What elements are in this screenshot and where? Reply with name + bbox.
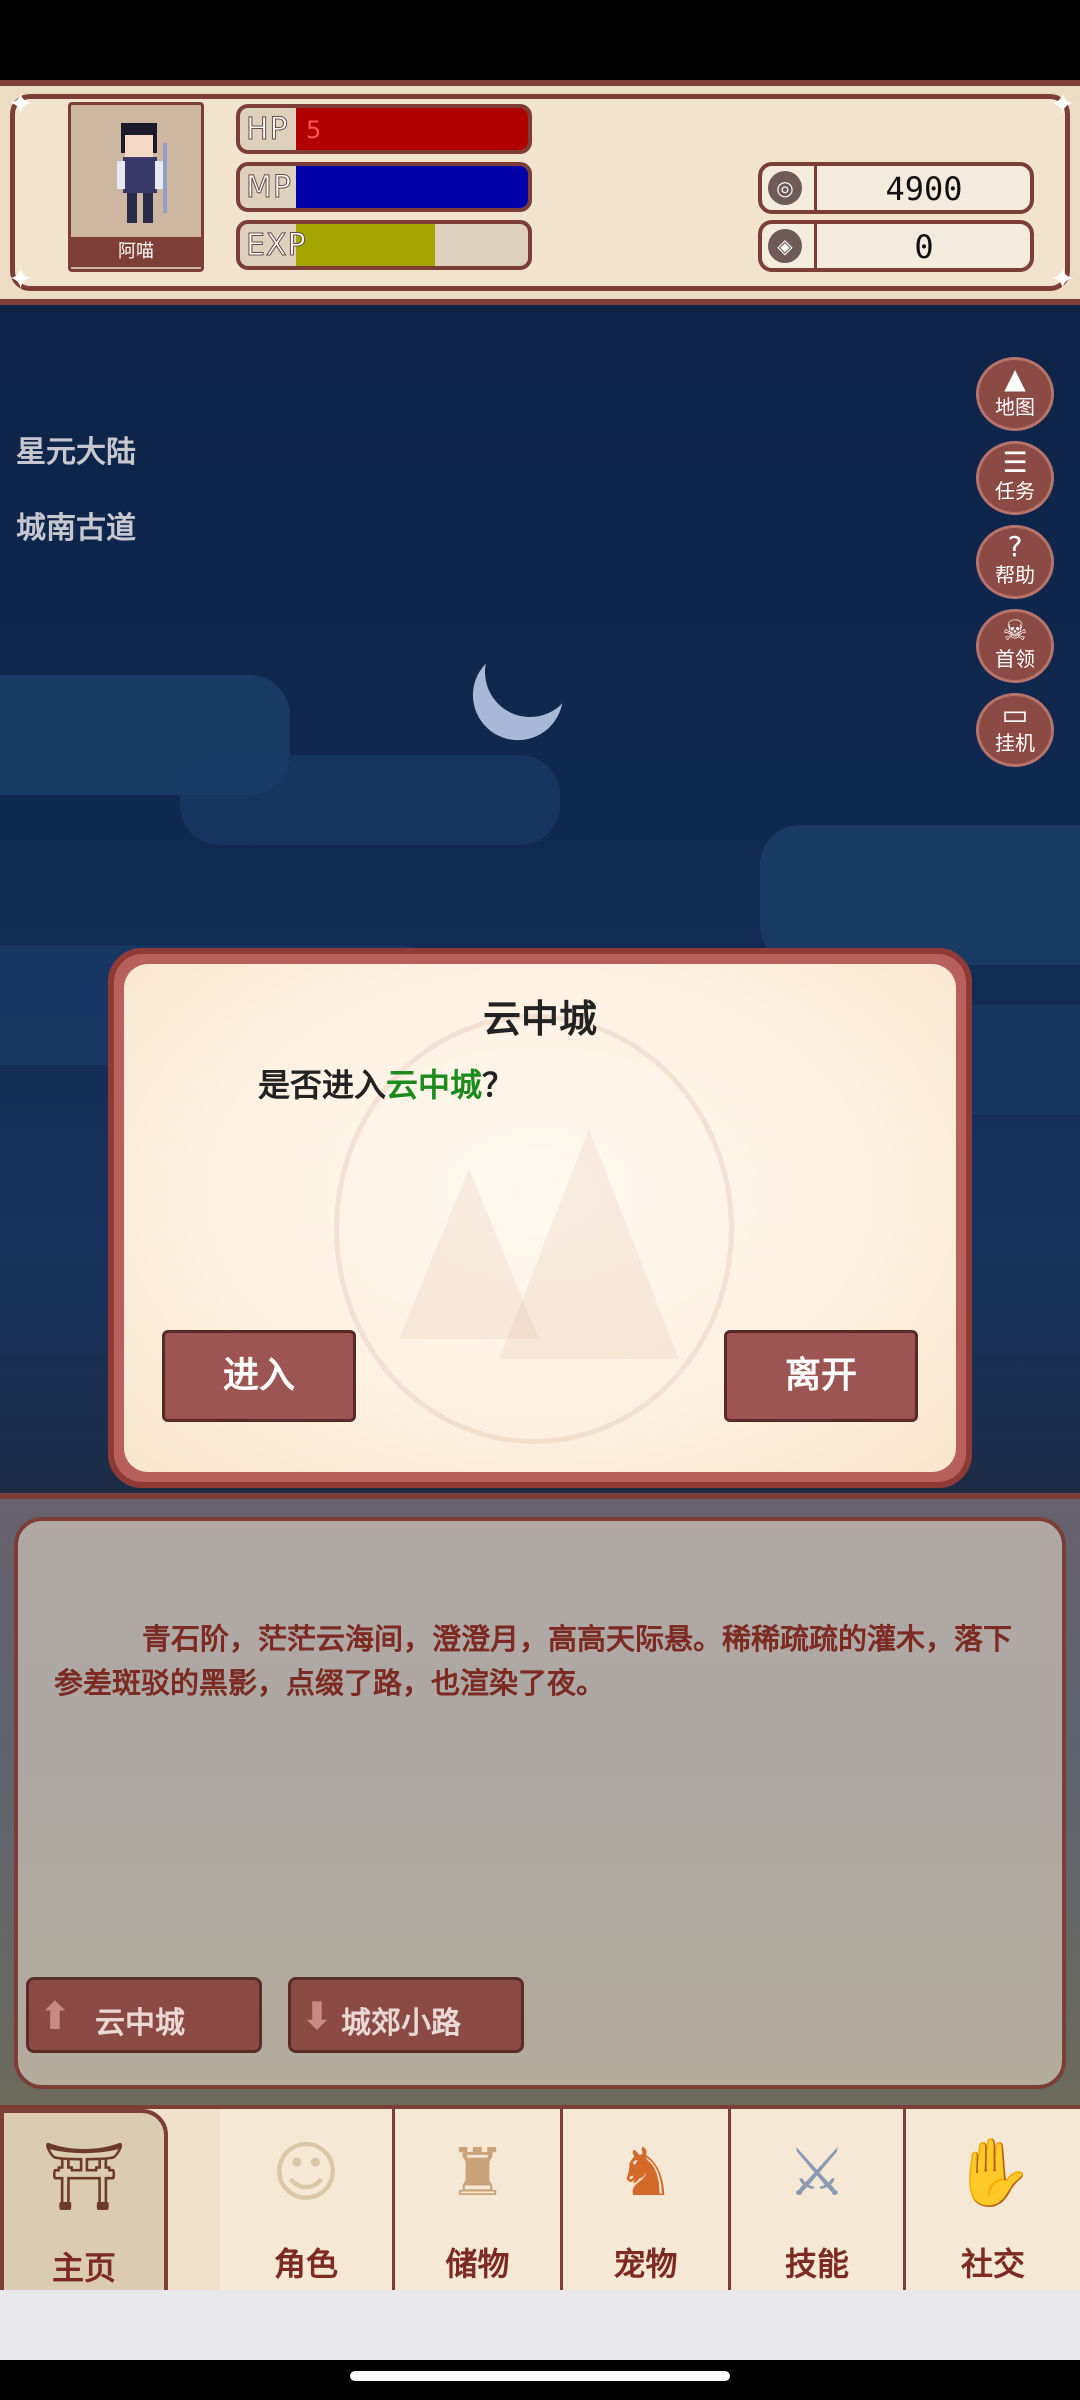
- path-down-button[interactable]: ⬇ 城郊小路: [288, 1977, 524, 2053]
- skull-icon: ☠: [1002, 614, 1028, 647]
- enter-button[interactable]: 进入: [162, 1330, 356, 1422]
- mp-label: MP: [246, 170, 292, 206]
- tab-storage-label: 储物: [445, 2245, 510, 2283]
- gate-icon: ⛩: [42, 2138, 126, 2215]
- character-sprite-icon: [117, 123, 167, 223]
- region-name: 星元大陆: [16, 435, 136, 470]
- tab-character[interactable]: ☺ 角色: [220, 2109, 395, 2294]
- tab-social[interactable]: ✋ 社交: [906, 2109, 1080, 2294]
- avatar[interactable]: 阿喵: [68, 102, 204, 272]
- help-button[interactable]: ? 帮助: [976, 525, 1054, 599]
- player-name: 阿喵: [71, 237, 201, 267]
- handshake-icon: ✋: [951, 2134, 1035, 2211]
- monitor-icon: ▭: [1001, 698, 1029, 731]
- coin-counter[interactable]: ◎ 4900: [758, 162, 1034, 214]
- hp-bar: HP 5: [236, 104, 532, 154]
- corner-star-icon: ✦: [1050, 262, 1076, 297]
- question-icon: ?: [1007, 530, 1023, 563]
- path-up-label: 云中城: [95, 2006, 185, 2041]
- scroll-icon: ☰: [1002, 446, 1028, 479]
- bag-icon: ♜: [447, 2134, 508, 2211]
- tab-pet-label: 宠物: [613, 2245, 678, 2283]
- quest-label: 任务: [995, 479, 1035, 503]
- exp-bar: EXP: [236, 220, 532, 270]
- sword-icon: ⚔: [787, 2134, 847, 2211]
- dialog-prompt: 是否进入云中城？: [258, 1060, 514, 1106]
- hp-fill: [296, 108, 528, 150]
- home-indicator[interactable]: [350, 2371, 730, 2381]
- fox-icon: ♞: [615, 2134, 676, 2211]
- tab-home-label: 主页: [51, 2249, 116, 2287]
- tab-home[interactable]: ⛩ 主页: [0, 2109, 168, 2294]
- gem-value: 0: [914, 228, 934, 266]
- exp-fill: [296, 224, 436, 266]
- coin-value: 4900: [885, 170, 963, 208]
- tab-skills-label: 技能: [784, 2245, 849, 2283]
- idle-label: 挂机: [995, 731, 1035, 755]
- prompt-city-name: 云中城: [386, 1066, 483, 1104]
- gem-icon: ◈: [768, 229, 802, 263]
- enter-city-dialog: 云中城 是否进入云中城？ 进入 离开: [108, 948, 972, 1488]
- dialog-title: 云中城: [482, 997, 597, 1041]
- corner-star-icon: ✦: [1050, 87, 1076, 122]
- leave-button[interactable]: 离开: [724, 1330, 918, 1422]
- boss-label: 首领: [995, 647, 1035, 671]
- system-bar: [0, 2290, 1080, 2370]
- prompt-suffix: ？: [482, 1066, 515, 1104]
- corner-star-icon: ✦: [8, 262, 34, 297]
- doll-icon: ☺: [271, 2134, 341, 2211]
- tab-character-label: 角色: [273, 2245, 338, 2283]
- moon-icon: [469, 611, 592, 734]
- mp-fill: [296, 166, 528, 208]
- exp-label: EXP: [246, 228, 307, 264]
- gem-counter[interactable]: ◈ 0: [758, 220, 1034, 272]
- help-label: 帮助: [995, 563, 1035, 587]
- tab-storage[interactable]: ♜ 储物: [395, 2109, 563, 2294]
- map-button[interactable]: ▲ 地图: [976, 357, 1054, 431]
- tab-skills[interactable]: ⚔ 技能: [731, 2109, 906, 2294]
- quest-button[interactable]: ☰ 任务: [976, 441, 1054, 515]
- area-name: 城南古道: [16, 511, 136, 546]
- tab-pet[interactable]: ♞ 宠物: [563, 2109, 731, 2294]
- story-text: 青石阶，茫茫云海间，澄澄月，高高天际悬。稀稀疏疏的灌木，落下参差斑驳的黑影，点缀…: [54, 1622, 1013, 1700]
- arrow-up-icon: ⬆: [39, 1994, 71, 2038]
- arrow-down-icon: ⬇: [301, 1994, 333, 2038]
- path-up-button[interactable]: ⬆ 云中城: [26, 1977, 262, 2053]
- hp-value: 5: [306, 116, 322, 144]
- bottom-nav: ⛩ 主页 ☺ 角色 ♜ 储物 ♞ 宠物 ⚔ 技能 ✋ 社交: [0, 2105, 1080, 2294]
- path-down-label: 城郊小路: [341, 2006, 461, 2041]
- idle-button[interactable]: ▭ 挂机: [976, 693, 1054, 767]
- boss-button[interactable]: ☠ 首领: [976, 609, 1054, 683]
- mountain-icon: ▲: [1004, 362, 1026, 395]
- map-label: 地图: [995, 395, 1035, 419]
- tab-social-label: 社交: [960, 2245, 1025, 2283]
- mp-bar: MP: [236, 162, 532, 212]
- prompt-prefix: 是否进入: [258, 1066, 387, 1104]
- corner-star-icon: ✦: [8, 87, 34, 122]
- coin-icon: ◎: [768, 171, 802, 205]
- status-bar: [0, 0, 1080, 80]
- hp-label: HP: [246, 112, 289, 148]
